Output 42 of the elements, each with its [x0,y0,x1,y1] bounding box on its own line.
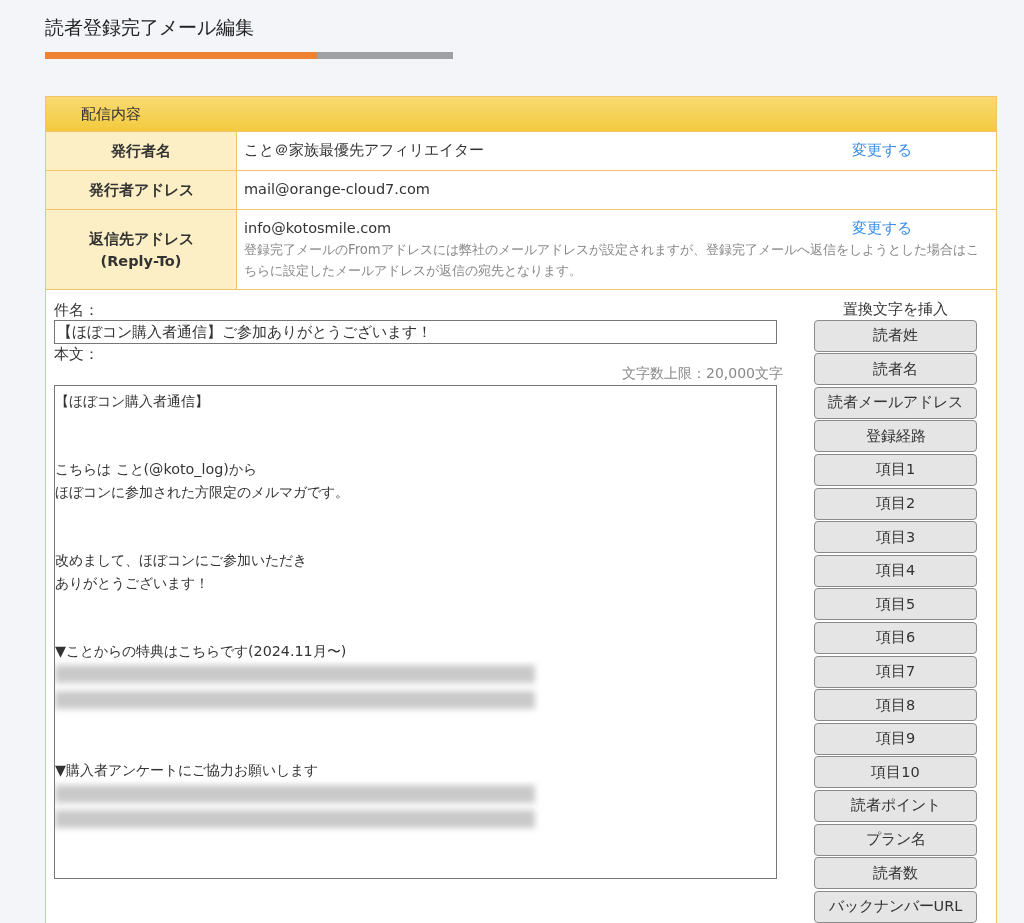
change-link[interactable]: 変更する [852,140,912,161]
body-line: 改めまして、ほぼコンにご参加いただき [55,550,308,570]
body-line: ▼購入者アンケートにご協力お願いします [55,761,319,780]
insert-button[interactable]: 項目10 [814,756,977,789]
body-line: ほぼコンに参加された方限定のメルマガです。 [55,482,350,502]
insert-button[interactable]: 項目9 [814,722,977,755]
page-title: 読者登録完了メール編集 [45,15,255,40]
insert-button[interactable]: バックナンバーURL [814,890,977,923]
panel-header: 配信内容 [46,97,996,131]
row-value: mail@orange-cloud7.com [244,180,430,199]
insert-button[interactable]: 項目8 [814,689,977,722]
body-line: こちらは こと(@koto_log)から [55,460,258,480]
insert-button[interactable]: 読者名 [814,353,977,386]
insert-button[interactable]: 項目4 [814,554,977,587]
change-link[interactable]: 変更する [852,218,912,239]
body-line: ▼ことからの特典はこちらです(2024.11月〜) [55,641,348,661]
help-text: 登録完了メールのFromアドレスには弊社のメールアドレスが設定されますが、登録完了メールへ返信をしようとした場合はこちらに設定したメールアドレスが返信の宛先となります。 [244,241,980,280]
row-value: info@kotosmile.com [244,219,392,238]
insert-button[interactable]: 読者数 [814,857,977,890]
insert-button[interactable]: プラン名 [814,823,977,856]
insert-button[interactable]: 読者メールアドレス [814,386,977,419]
body-line: ありがとうございます！ [55,573,210,593]
insert-button[interactable]: 項目1 [814,453,977,486]
char-limit-text: 文字数上限：20,000文字 [621,364,783,382]
row-label: 発行者アドレス [46,171,237,209]
subject-field[interactable]: 【ほぼコン購入者通信】ご参加ありがとうございます！ [54,320,777,344]
body-textarea[interactable]: 【ほぼコン購入者通信】 こちらは こと(@koto_log)から ほぼコンに参加された方限定のメルマガです。 改めまして、ほぼコンにご参加いただき ありがとうございます！ ▼ことからの特典はこちらです(2024.11月〜) ▼購入者アンケートにご協力お願いします [54,385,777,879]
insert-label: 置換文字を挿入 [842,300,949,318]
insert-button[interactable]: 項目6 [814,621,977,654]
row-value: こと＠家族最優先アフィリエイター [244,141,484,160]
insert-button[interactable]: 項目7 [814,655,977,688]
row-label: 発行者名 [46,132,237,170]
row-label: 返信先アドレス (Reply-To) [46,210,237,289]
body-line: 【ほぼコン購入者通信】 [55,392,210,411]
insert-button[interactable]: 項目3 [814,521,977,554]
subject-label: 件名： [54,301,100,320]
insert-button[interactable]: 項目2 [814,487,977,520]
insert-button[interactable]: 読者ポイント [814,789,977,822]
body-label: 本文： [54,345,100,364]
insert-button[interactable]: 読者姓 [814,319,977,352]
insert-button[interactable]: 項目5 [814,588,977,621]
insert-button[interactable]: 登録経路 [814,420,977,453]
